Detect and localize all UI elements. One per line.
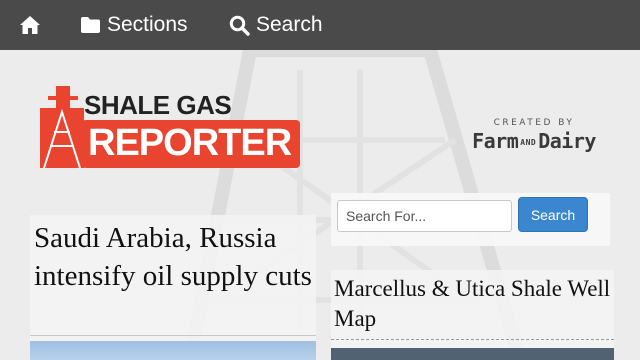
widget-divider [331, 339, 614, 340]
brand-and: AND [520, 138, 537, 147]
sections-label: Sections [107, 13, 188, 36]
logo-text-line2: REPORTER [88, 122, 292, 164]
search-nav-label: Search [256, 13, 323, 36]
well-map-image[interactable] [331, 348, 614, 360]
search-submit-button[interactable]: Search [518, 197, 588, 232]
article-divider [30, 335, 316, 336]
sidebar-search-form: Search [331, 193, 610, 246]
brand-right: Dairy [538, 129, 596, 153]
brand-left: Farm [472, 129, 519, 153]
widget-title: Marcellus & Utica Shale Well Map [334, 276, 611, 331]
top-navigation-bar: Sections Search [0, 0, 640, 50]
search-input[interactable] [337, 200, 512, 232]
article-headline[interactable]: Saudi Arabia, Russia intensify oil suppl… [34, 219, 314, 295]
farm-and-dairy-logo: Farm AND Dairy [462, 129, 606, 153]
sections-menu-button[interactable]: Sections [80, 0, 188, 50]
logo-text-line1: SHALE GAS [84, 90, 232, 120]
folder-icon [81, 17, 100, 33]
home-icon [20, 16, 40, 34]
created-by-farm-and-dairy[interactable]: CREATED BY Farm AND Dairy [462, 118, 606, 153]
search-icon [229, 15, 250, 36]
site-logo[interactable]: SHALE GAS REPORTER [38, 84, 302, 170]
article-image[interactable] [30, 341, 316, 360]
home-button[interactable] [19, 0, 41, 50]
search-nav-button[interactable]: Search [229, 0, 323, 50]
created-by-label: CREATED BY [493, 118, 575, 128]
